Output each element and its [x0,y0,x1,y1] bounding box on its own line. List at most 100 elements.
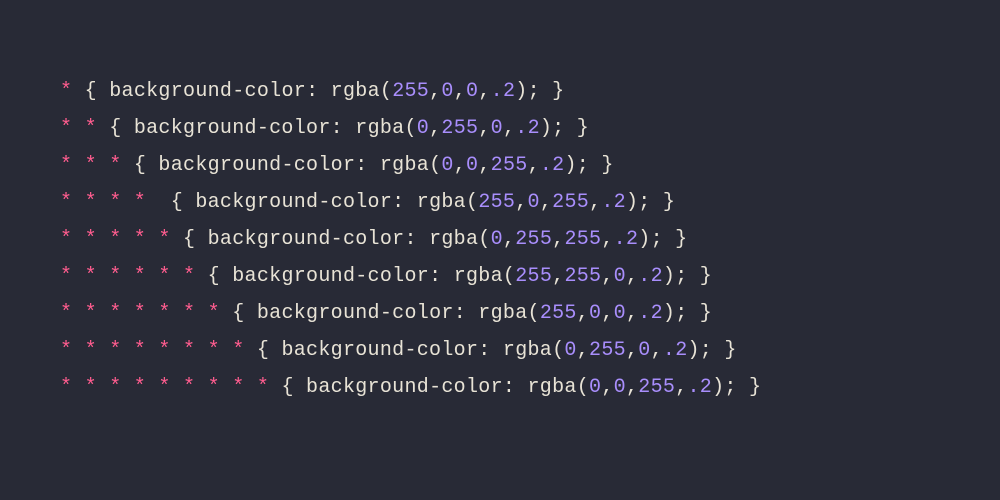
property-token: background-color [158,154,355,177]
code-line: * * * * * * * { background-color: rgba(2… [60,302,940,325]
close-token: ); } [688,339,737,362]
code-line: * * * * * * * * { background-color: rgba… [60,339,940,362]
number-token: 255 [441,117,478,140]
func-token: rgba [528,376,577,399]
number-token: .2 [601,191,626,214]
selector-token: * * * * * * [60,265,195,288]
selector-token: * * * * * * * [60,302,220,325]
paren-open: ( [380,80,392,103]
number-token: .2 [663,339,688,362]
colon-token: : [454,302,479,325]
property-token: background-color [232,265,429,288]
number-token: 255 [392,80,429,103]
comma-token: , [429,80,441,103]
comma-token: , [601,302,613,325]
number-token: 0 [491,228,503,251]
property-token: background-color [306,376,503,399]
number-token: 0 [466,154,478,177]
number-token: 255 [491,154,528,177]
colon-token: : [429,265,454,288]
code-line: * { background-color: rgba(255,0,0,.2); … [60,80,940,103]
number-token: 0 [417,117,429,140]
number-token: 0 [441,154,453,177]
number-token: 255 [478,191,515,214]
property-token: background-color [109,80,306,103]
brace-open: { [220,302,257,325]
selector-token: * * * * * * * * * [60,376,269,399]
code-line: * * * * * * * * * { background-color: rg… [60,376,940,399]
comma-token: , [601,376,613,399]
selector-token: * * [60,117,97,140]
number-token: 0 [614,265,626,288]
colon-token: : [306,80,331,103]
comma-token: , [651,339,663,362]
func-token: rgba [331,80,380,103]
brace-open: { [171,228,208,251]
property-token: background-color [208,228,405,251]
close-token: ); } [540,117,589,140]
code-line: * * { background-color: rgba(0,255,0,.2)… [60,117,940,140]
comma-token: , [626,376,638,399]
number-token: 255 [564,265,601,288]
close-token: ); } [515,80,564,103]
number-token: .2 [638,265,663,288]
number-token: 0 [638,339,650,362]
paren-open: ( [552,339,564,362]
number-token: 0 [441,80,453,103]
code-line: * * * * * * { background-color: rgba(255… [60,265,940,288]
comma-token: , [503,117,515,140]
comma-token: , [515,191,527,214]
selector-token: * [60,80,72,103]
paren-open: ( [528,302,540,325]
colon-token: : [503,376,528,399]
close-token: ); } [712,376,761,399]
comma-token: , [454,154,466,177]
comma-token: , [429,117,441,140]
comma-token: , [552,228,564,251]
comma-token: , [577,302,589,325]
comma-token: , [626,302,638,325]
colon-token: : [331,117,356,140]
number-token: 255 [540,302,577,325]
number-token: 0 [491,117,503,140]
paren-open: ( [478,228,490,251]
close-token: ); } [663,302,712,325]
property-token: background-color [281,339,478,362]
comma-token: , [577,339,589,362]
number-token: .2 [638,302,663,325]
comma-token: , [540,191,552,214]
property-token: background-color [257,302,454,325]
css-code-block: * { background-color: rgba(255,0,0,.2); … [60,80,940,399]
brace-open: { [245,339,282,362]
selector-token: * * * * * [60,228,171,251]
brace-open: { [122,154,159,177]
comma-token: , [503,228,515,251]
selector-token: * * * * [60,191,158,214]
comma-token: , [478,80,490,103]
number-token: 255 [515,228,552,251]
code-line: * * * * { background-color: rgba(255,0,2… [60,191,940,214]
comma-token: , [454,80,466,103]
number-token: .2 [614,228,639,251]
number-token: 255 [638,376,675,399]
number-token: 0 [614,376,626,399]
brace-open: { [72,80,109,103]
close-token: ); } [626,191,675,214]
number-token: .2 [491,80,516,103]
brace-open: { [97,117,134,140]
colon-token: : [478,339,503,362]
comma-token: , [626,339,638,362]
paren-open: ( [503,265,515,288]
comma-token: , [478,117,490,140]
number-token: 0 [614,302,626,325]
number-token: 255 [589,339,626,362]
paren-open: ( [429,154,441,177]
comma-token: , [528,154,540,177]
colon-token: : [355,154,380,177]
close-token: ); } [564,154,613,177]
comma-token: , [675,376,687,399]
close-token: ); } [663,265,712,288]
selector-token: * * * * * * * * [60,339,245,362]
number-token: .2 [688,376,713,399]
paren-open: ( [404,117,416,140]
